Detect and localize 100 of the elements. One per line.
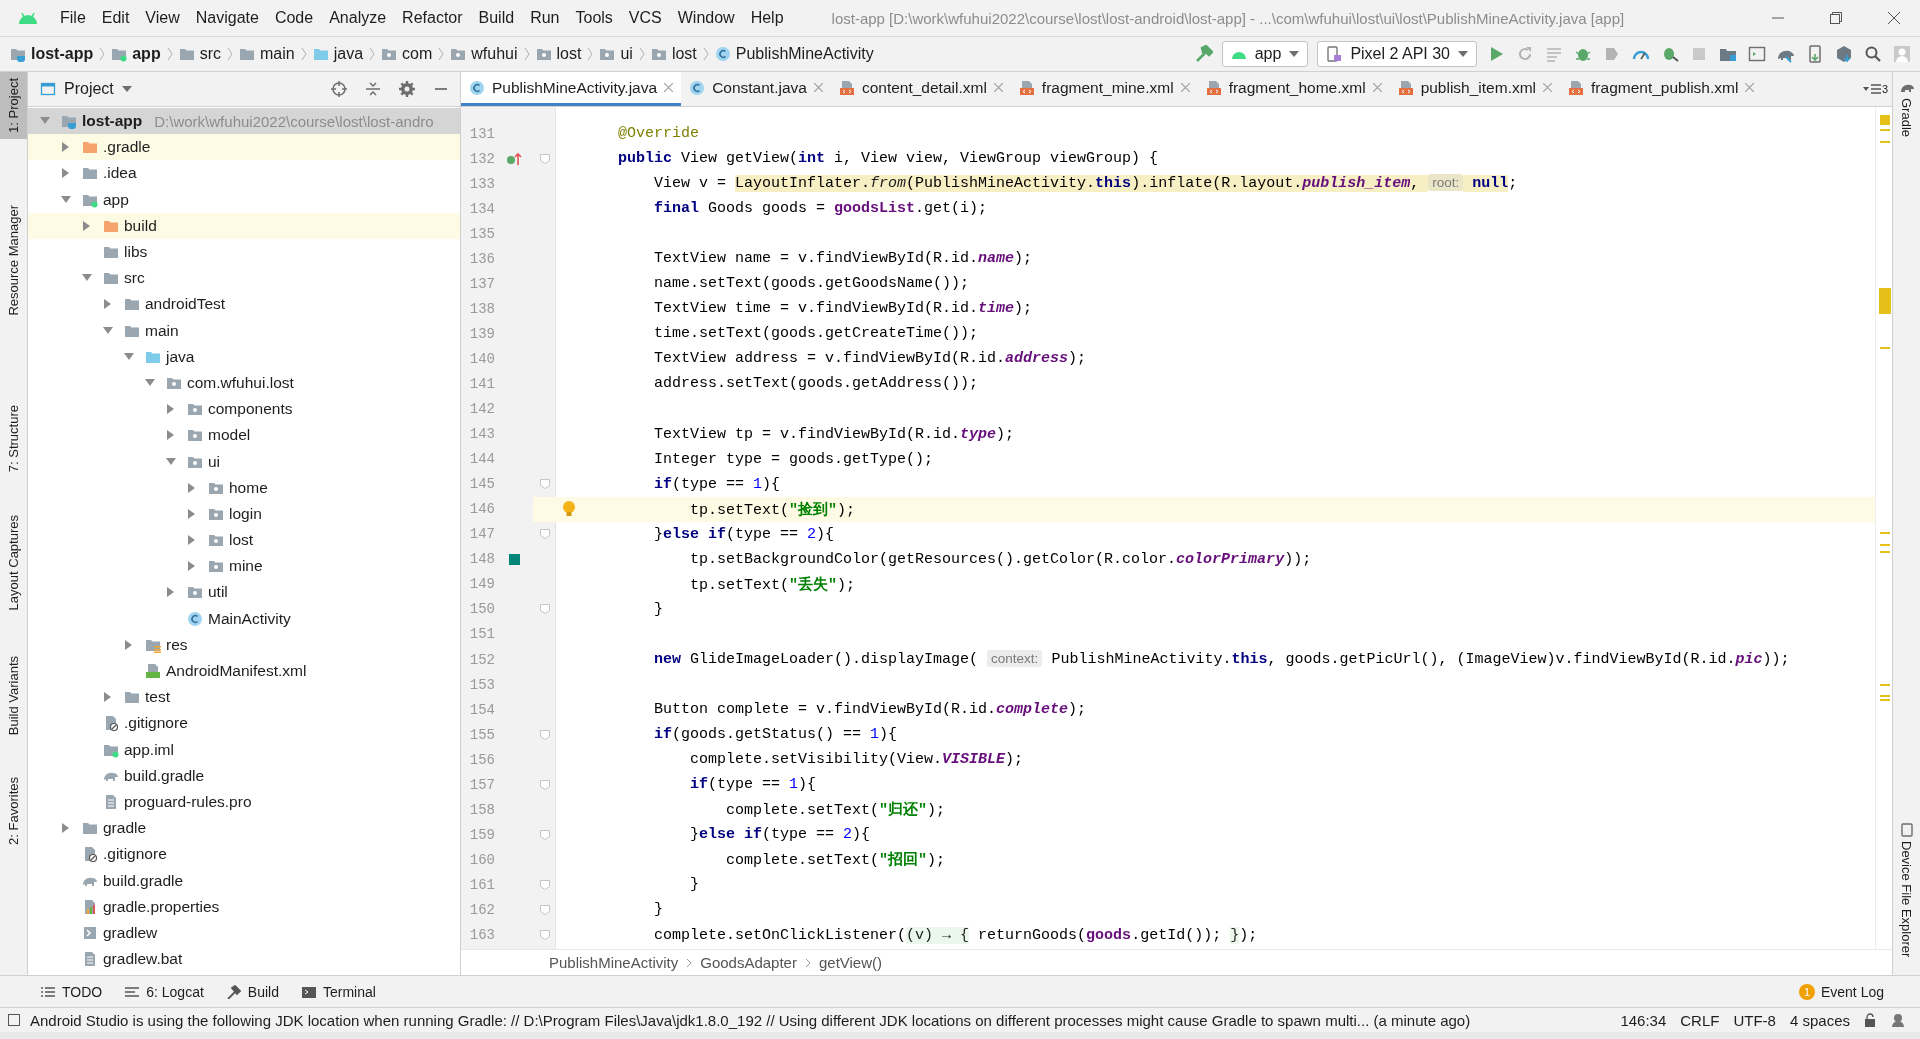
fold-marker-icon[interactable] bbox=[539, 829, 550, 840]
run-config-dropdown[interactable]: app bbox=[1221, 41, 1309, 67]
tree-item[interactable]: com.wfuhui.lost bbox=[28, 369, 460, 397]
breadcrumb-item[interactable]: wfuhui bbox=[450, 45, 518, 63]
fold-marker-icon[interactable] bbox=[539, 930, 550, 940]
collapsed-arrow-icon[interactable] bbox=[187, 535, 197, 546]
tool-window-button[interactable]: Resource Manager bbox=[0, 198, 27, 322]
menu-item[interactable]: VCS bbox=[620, 9, 670, 27]
breadcrumb-item[interactable]: ui bbox=[599, 45, 633, 63]
tree-item[interactable]: app.iml bbox=[28, 736, 460, 763]
breadcrumb-item[interactable]: lost bbox=[535, 45, 582, 63]
fold-marker-icon[interactable] bbox=[539, 529, 550, 540]
tree-item[interactable]: util bbox=[28, 579, 460, 606]
tree-item[interactable]: MainActivity bbox=[28, 605, 460, 632]
caret-position[interactable]: 146:34 bbox=[1620, 1011, 1667, 1029]
breadcrumb-item[interactable]: GoodsAdapter bbox=[700, 954, 797, 971]
tree-item[interactable]: test bbox=[28, 684, 460, 711]
tree-item[interactable]: main bbox=[28, 317, 460, 344]
tree-item[interactable]: .idea bbox=[28, 160, 460, 187]
collapsed-arrow-icon[interactable] bbox=[187, 561, 197, 572]
indent-setting[interactable]: 4 spaces bbox=[1789, 1011, 1850, 1029]
expanded-arrow-icon[interactable] bbox=[61, 194, 71, 205]
tree-item[interactable]: home bbox=[28, 474, 460, 501]
tree-item[interactable]: app bbox=[28, 186, 460, 213]
tool-window-button[interactable]: 7: Structure bbox=[0, 399, 27, 479]
fold-marker-icon[interactable] bbox=[539, 779, 550, 790]
bug-icon[interactable] bbox=[1661, 45, 1679, 63]
tree-item[interactable]: components bbox=[28, 396, 460, 423]
tool-window-button[interactable]: Build bbox=[225, 983, 279, 1000]
tree-item[interactable]: proguard-rules.pro bbox=[28, 788, 460, 816]
menu-item[interactable]: Edit bbox=[93, 9, 138, 27]
fold-marker-icon[interactable] bbox=[539, 479, 550, 490]
tree-item[interactable]: gradlew bbox=[28, 919, 460, 946]
breadcrumb-item[interactable]: getView() bbox=[818, 954, 883, 971]
breadcrumb-item[interactable]: src bbox=[178, 45, 221, 63]
menu-item[interactable]: Code bbox=[266, 9, 322, 27]
expanded-arrow-icon[interactable] bbox=[145, 377, 155, 388]
fold-marker-icon[interactable] bbox=[539, 604, 550, 615]
tree-item[interactable]: gradlew.bat bbox=[28, 946, 460, 973]
tree-item[interactable]: login bbox=[28, 500, 460, 527]
collapsed-arrow-icon[interactable] bbox=[166, 430, 176, 441]
menu-item[interactable]: Refactor bbox=[394, 9, 471, 27]
collapsed-arrow-icon[interactable] bbox=[166, 587, 176, 598]
window-icon[interactable] bbox=[1748, 45, 1766, 63]
fold-marker-icon[interactable] bbox=[539, 153, 550, 164]
crosshair-icon[interactable] bbox=[330, 80, 348, 98]
tool-window-button[interactable]: 1 Event Log bbox=[1798, 983, 1920, 1000]
tree-item[interactable]: .gitignore bbox=[28, 841, 460, 868]
padlock-icon[interactable] bbox=[1864, 1013, 1876, 1027]
warning-stripe-mark[interactable] bbox=[1880, 346, 1890, 349]
tree-item[interactable]: lost bbox=[28, 527, 460, 554]
tool-window-button[interactable]: 2: Favorites bbox=[0, 771, 27, 852]
tree-item[interactable]: res bbox=[28, 631, 460, 658]
collapsed-arrow-icon[interactable] bbox=[103, 692, 113, 703]
tool-window-button[interactable]: Gradle bbox=[1893, 72, 1920, 146]
collapse-icon[interactable] bbox=[364, 80, 382, 98]
collapsed-arrow-icon[interactable] bbox=[187, 508, 197, 519]
menu-item[interactable]: Analyze bbox=[321, 9, 395, 27]
circular-arrow-icon[interactable] bbox=[1516, 45, 1534, 63]
breadcrumb-item[interactable]: java bbox=[312, 45, 364, 63]
color-swatch-icon[interactable] bbox=[508, 553, 520, 565]
editor-tab[interactable]: fragment_home.xml bbox=[1197, 72, 1390, 106]
editor-tab[interactable]: PublishMineActivity.java bbox=[461, 72, 682, 106]
tree-item[interactable]: build bbox=[28, 212, 460, 239]
breadcrumb-item[interactable]: com bbox=[381, 45, 433, 63]
collapsed-arrow-icon[interactable] bbox=[166, 404, 176, 415]
search-icon[interactable] bbox=[1864, 45, 1882, 63]
editor-tab[interactable]: content_detail.xml bbox=[830, 72, 1011, 106]
close-icon[interactable] bbox=[1888, 12, 1900, 24]
breadcrumb-item[interactable]: PublishMineActivity bbox=[549, 954, 679, 971]
tree-item[interactable]: gradle bbox=[28, 815, 460, 842]
tree-item[interactable]: model bbox=[28, 422, 460, 449]
hammer-icon[interactable] bbox=[1194, 45, 1213, 63]
menu-item[interactable]: View bbox=[137, 9, 188, 27]
warning-stripe-mark[interactable] bbox=[1880, 115, 1890, 126]
tool-window-button[interactable]: 6: Logcat bbox=[124, 983, 204, 1000]
fold-marker-icon[interactable] bbox=[539, 729, 550, 740]
breadcrumb-item[interactable]: lost bbox=[650, 45, 697, 63]
tool-window-button[interactable]: TODO bbox=[40, 983, 103, 1000]
override-marker-icon[interactable] bbox=[506, 150, 522, 167]
tree-item[interactable]: .gitignore bbox=[28, 710, 460, 737]
editor-tab[interactable]: fragment_publish.xml bbox=[1560, 72, 1763, 106]
phone-icon[interactable] bbox=[1806, 45, 1824, 63]
menu-item[interactable]: Tools bbox=[567, 9, 621, 27]
tool-window-button[interactable]: 1: Project bbox=[0, 72, 27, 139]
tool-window-button[interactable]: Device File Explorer bbox=[1893, 814, 1920, 965]
tool-window-button[interactable]: Build Variants bbox=[0, 650, 27, 742]
expanded-arrow-icon[interactable] bbox=[166, 456, 176, 467]
restore-icon[interactable] bbox=[1830, 12, 1842, 24]
tree-item[interactable]: java bbox=[28, 343, 460, 370]
user-icon[interactable] bbox=[1893, 45, 1911, 63]
tree-item[interactable]: mine bbox=[28, 553, 460, 580]
settings-icon[interactable] bbox=[398, 80, 416, 98]
expanded-arrow-icon[interactable] bbox=[124, 351, 134, 362]
breadcrumb-item[interactable]: main bbox=[239, 45, 295, 63]
menu-item[interactable]: File bbox=[52, 9, 94, 27]
fold-marker-icon[interactable] bbox=[539, 879, 550, 890]
collapsed-arrow-icon[interactable] bbox=[82, 220, 92, 231]
collapsed-arrow-icon[interactable] bbox=[61, 823, 71, 834]
editor-tab[interactable]: fragment_mine.xml bbox=[1010, 72, 1198, 106]
